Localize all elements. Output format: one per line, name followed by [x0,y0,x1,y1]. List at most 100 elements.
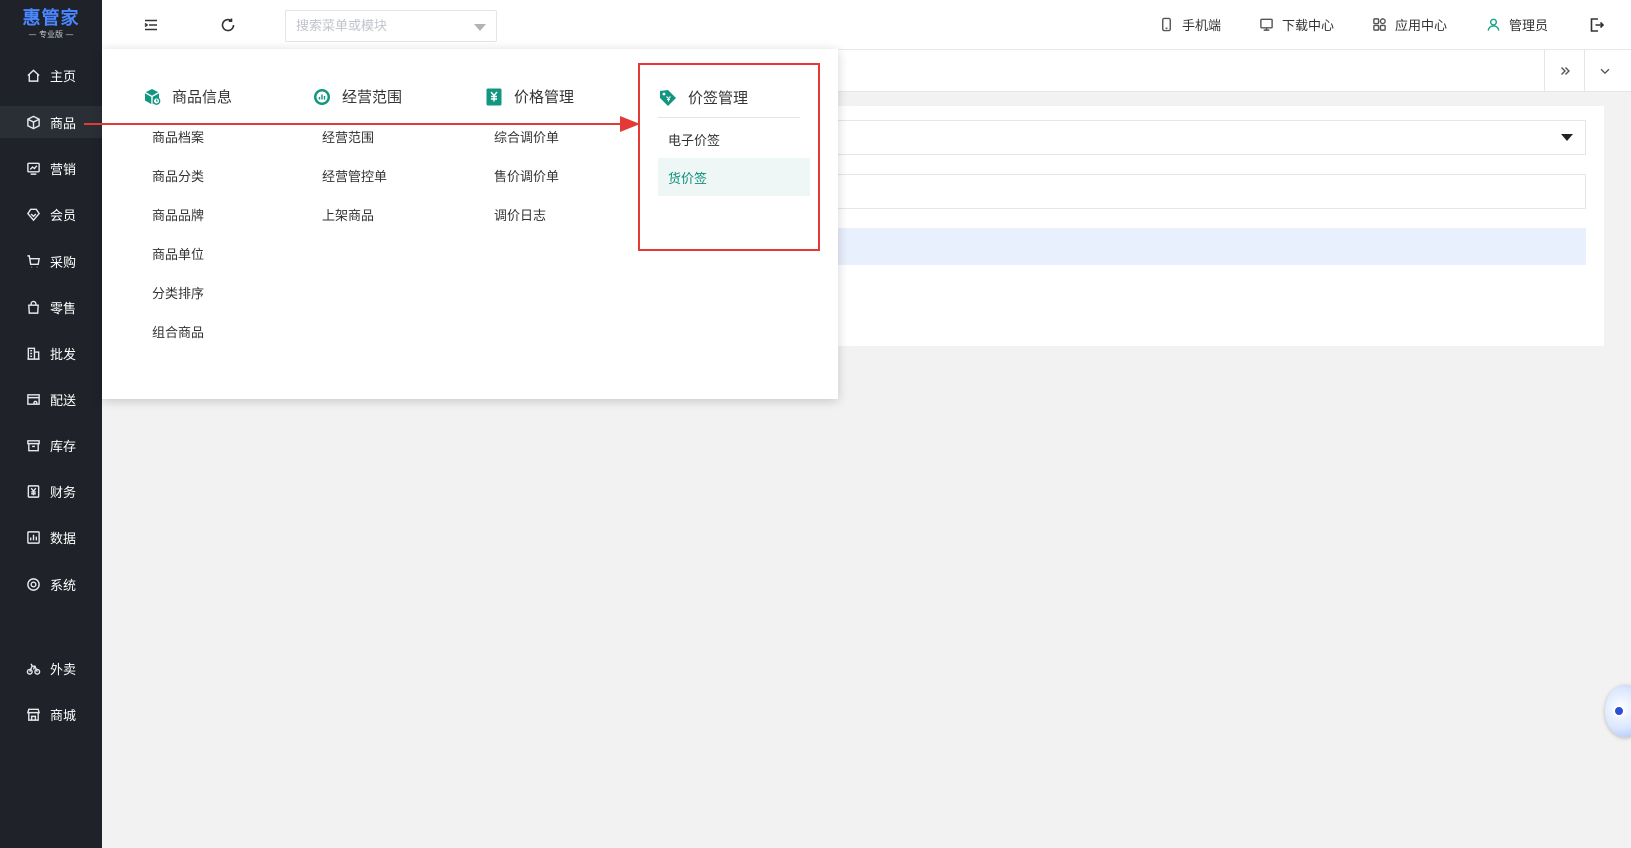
scope-icon [314,88,330,105]
mobile-link-label: 手机端 [1182,19,1222,34]
sidebar-item-members[interactable]: 会员 [0,198,102,230]
sidebar-item-label: 采购 [50,255,77,271]
archive-icon [25,437,41,453]
sidebar-item-label: 主页 [50,69,77,85]
sidebar-item-label: 批发 [50,347,77,363]
building-icon [25,345,41,361]
sidebar-item-delivery[interactable]: 配送 [0,383,102,415]
top-bar: 手机端 下载中心 应用中心 管理员 [102,0,1631,50]
info-bar [806,228,1586,265]
sidebar-item-purchase[interactable]: 采购 [0,245,102,277]
refresh-icon[interactable] [220,17,236,33]
sidebar-item-label: 外卖 [50,662,77,678]
menu-search[interactable] [285,10,497,42]
menu-search-input[interactable] [296,18,466,34]
bar-chart-icon [25,529,41,545]
apps-icon [1373,18,1386,31]
sidebar-item-finance[interactable]: 财务 [0,475,102,507]
brand-logo[interactable]: 惠管家 — 专业版 — [0,0,102,48]
bag-icon [25,299,41,315]
tag-icon [660,89,676,106]
menu-column-title-text: 价格管理 [514,88,575,106]
user-icon [1487,18,1500,31]
sidebar-item-home[interactable]: 主页 [0,59,102,91]
price-icon [486,88,502,105]
sidebar-item-label: 系统 [50,578,77,594]
app-center-link[interactable]: 应用中心 [1372,15,1447,34]
tabs-scroll-right-button[interactable] [1544,50,1584,92]
menu-item-retail-price-adjust[interactable]: 售价调价单 [494,166,559,185]
sidebar-item-wholesale[interactable]: 批发 [0,337,102,369]
chevron-down-icon [1600,68,1609,75]
menu-item-shelf-price-tag[interactable]: 货价签 [658,158,810,196]
phone-icon [1162,17,1171,32]
sidebar-item-label: 数据 [50,531,77,547]
menu-column-title: 商品信息 [142,86,232,107]
menu-toggle-icon[interactable] [143,17,159,33]
sidebar-item-label: 商城 [50,708,77,724]
filter-select[interactable] [806,120,1586,155]
bike-icon [25,660,41,676]
app-center-label: 应用中心 [1395,19,1448,34]
filter-input[interactable] [806,174,1586,209]
menu-item-price-adjust-log[interactable]: 调价日志 [494,205,546,224]
store-icon [25,706,41,722]
settings-icon [25,576,41,592]
cart-icon [25,253,41,269]
sidebar-item-label: 商品 [50,116,77,132]
sidebar-item-label: 营销 [50,162,77,178]
menu-column-title-text: 价签管理 [688,89,749,107]
assistant-float-button[interactable] [1605,685,1631,737]
truck-icon [25,391,41,407]
sidebar-item-label: 配送 [50,393,77,409]
column-divider [658,117,800,118]
menu-item-electronic-price-tag[interactable]: 电子价签 [658,120,810,158]
menu-column-title-text: 商品信息 [172,88,233,106]
sidebar-item-system[interactable]: 系统 [0,568,102,600]
tabs-dropdown-button[interactable] [1584,50,1624,92]
home-icon [25,67,41,83]
diamond-icon [25,206,41,222]
caret-down-icon[interactable] [1561,134,1573,141]
double-chevron-right-icon [1560,67,1570,75]
menu-item-category-sort[interactable]: 分类排序 [152,283,204,302]
sidebar-item-takeout[interactable]: 外卖 [0,652,102,684]
sidebar-item-label: 库存 [50,439,77,455]
download-center-link[interactable]: 下载中心 [1259,15,1334,34]
products-mega-menu: 商品信息 商品档案 商品分类 商品品牌 商品单位 分类排序 组合商品 经营范围 … [102,49,838,399]
chevron-down-icon[interactable] [474,24,486,31]
admin-user-label: 管理员 [1509,19,1549,34]
menu-column-title: 价签管理 [658,87,748,108]
menu-column-title: 经营范围 [312,86,402,107]
menu-item-business-control[interactable]: 经营管控单 [322,166,387,185]
box-icon [25,114,41,130]
menu-column-title-text: 经营范围 [342,88,403,106]
content-card [806,106,1604,346]
menu-item-product-brand[interactable]: 商品品牌 [152,205,204,224]
sidebar-item-retail[interactable]: 零售 [0,291,102,323]
menu-item-product-category[interactable]: 商品分类 [152,166,204,185]
sidebar-item-label: 财务 [50,485,77,501]
annotation-arrow [84,116,640,132]
price-tag-column-highlight: 价签管理 电子价签 货价签 [638,63,820,251]
menu-column-title: 价格管理 [484,86,574,107]
sidebar-item-mall[interactable]: 商城 [0,698,102,730]
menu-item-listed-products[interactable]: 上架商品 [322,205,374,224]
sidebar-item-marketing[interactable]: 营销 [0,152,102,184]
yen-icon [25,483,41,499]
assistant-eye-icon [1613,705,1625,717]
sidebar-item-label: 会员 [50,208,77,224]
mobile-link[interactable]: 手机端 [1159,15,1221,34]
admin-user-menu[interactable]: 管理员 [1486,15,1548,34]
download-icon [1260,18,1273,31]
chart-icon [25,160,41,176]
sidebar-item-label: 零售 [50,301,77,317]
brand-name: 惠管家 [22,7,80,29]
sidebar-item-data[interactable]: 数据 [0,521,102,553]
menu-item-product-unit[interactable]: 商品单位 [152,244,204,263]
brand-edition: — 专业版 — [28,29,74,39]
sidebar-item-inventory[interactable]: 库存 [0,429,102,461]
download-center-label: 下载中心 [1282,19,1335,34]
logout-icon[interactable] [1589,17,1605,33]
menu-item-combo-product[interactable]: 组合商品 [152,322,204,341]
